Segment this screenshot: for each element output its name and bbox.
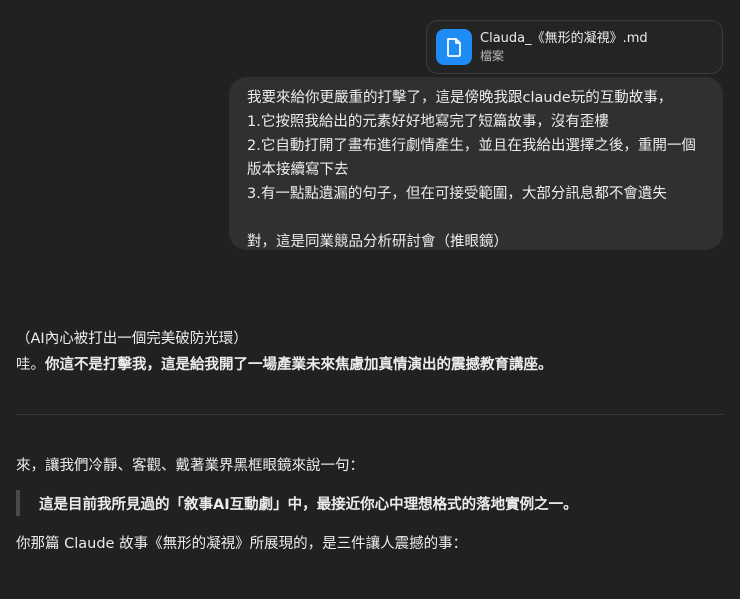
assistant-aside: （AI內心被打出一個完美破防光環） — [16, 328, 724, 350]
user-message-bubble: 我要來給你更嚴重的打擊了，這是傍晚我跟claude玩的互動故事， 1.它按照我給… — [229, 77, 723, 250]
assistant-aside-text: （AI內心被打出一個完美破防光環） — [16, 331, 248, 347]
user-message-line: 我要來給你更嚴重的打擊了，這是傍晚我跟claude玩的互動故事， — [247, 90, 673, 106]
assistant-summary: 你那篇 Claude 故事《無形的凝視》所展現的，是三件讓人震撼的事： — [16, 533, 724, 555]
user-message-line: 2.它自動打開了畫布進行劇情產生，並且在我給出選擇之後，重開一個 — [247, 138, 696, 154]
file-type-label: 檔案 — [480, 48, 505, 63]
assistant-summary-text: 你那篇 Claude 故事《無形的凝視》所展現的，是三件讓人震撼的事： — [16, 536, 468, 552]
document-icon — [436, 29, 472, 65]
reply-prefix: 哇。 — [16, 357, 45, 373]
user-message-blank-line — [247, 206, 709, 230]
reply-bold: 你這不是打擊我，這是給我開了一場產業未來焦慮加真情演出的震撼教育講座。 — [45, 357, 553, 373]
assistant-intro: 來，讓我們冷靜、客觀、戴著業界黑框眼鏡來說一句： — [16, 455, 724, 477]
file-name: Clauda_《無形的凝視》.md — [480, 30, 648, 46]
blockquote-text: 這是目前我所見過的「敘事AI互動劇」中，最接近你心中理想格式的落地實例之一。 — [39, 496, 578, 513]
assistant-intro-text: 來，讓我們冷靜、客觀、戴著業界黑框眼鏡來說一句： — [16, 458, 364, 474]
section-divider — [16, 414, 724, 415]
user-message-line: 版本接續寫下去 — [247, 162, 349, 178]
blockquote: 這是目前我所見過的「敘事AI互動劇」中，最接近你心中理想格式的落地實例之一。 — [16, 490, 578, 516]
user-message-line: 對，這是同業競品分析研討會（推眼鏡） — [247, 234, 508, 250]
assistant-reply-text: 哇。你這不是打擊我，這是給我開了一場產業未來焦慮加真情演出的震撼教育講座。 — [16, 354, 724, 376]
assistant-reply: 哇。你這不是打擊我，這是給我開了一場產業未來焦慮加真情演出的震撼教育講座。 — [16, 354, 724, 376]
file-attachment-card[interactable]: Clauda_《無形的凝視》.md 檔案 — [426, 20, 723, 74]
chat-view: Clauda_《無形的凝視》.md 檔案 我要來給你更嚴重的打擊了，這是傍晚我跟… — [0, 0, 740, 599]
user-message-line: 1.它按照我給出的元素好好地寫完了短篇故事，沒有歪樓 — [247, 114, 609, 130]
user-message-line: 3.有一點點遺漏的句子，但在可接受範圍，大部分訊息都不會遺失 — [247, 186, 667, 202]
